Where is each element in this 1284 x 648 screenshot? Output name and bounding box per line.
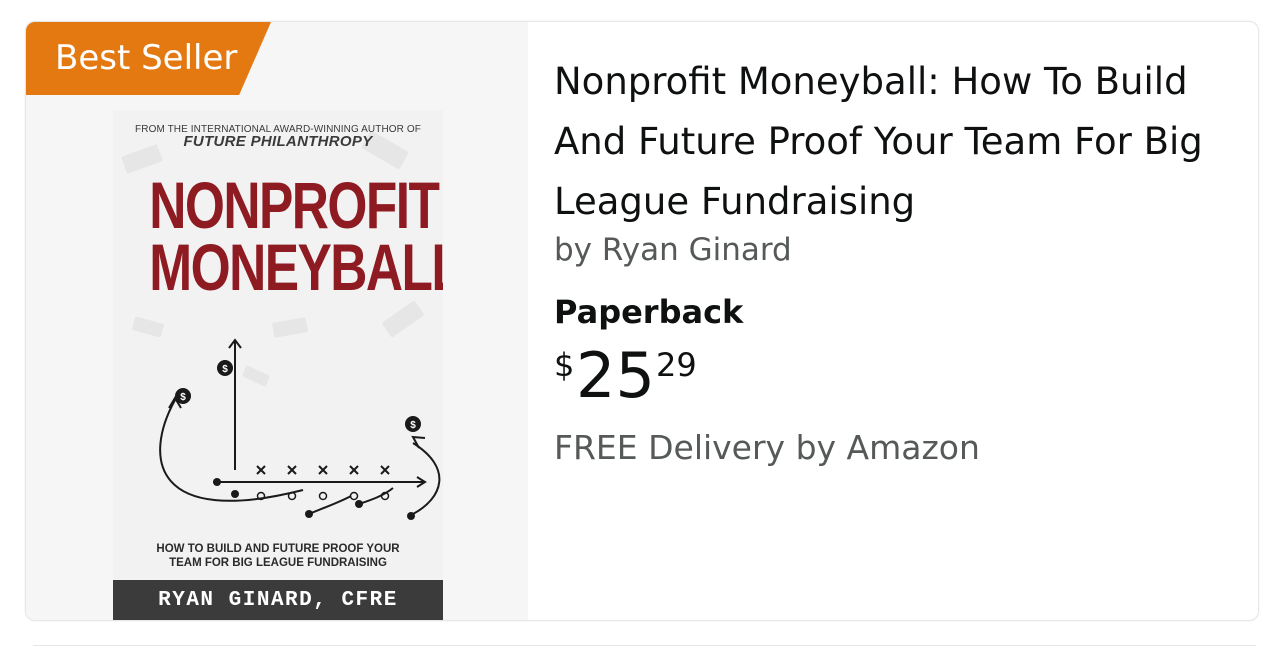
price-whole: 25 <box>576 339 655 412</box>
price: $ 25 29 <box>554 340 1244 412</box>
author-byline: by Ryan Ginard <box>554 232 792 268</box>
svg-text:$: $ <box>410 420 416 431</box>
divider <box>33 645 1256 646</box>
cover-title-line2: MONEYBALL <box>149 230 443 304</box>
playbook-diagram-illustration: $ $ $ <box>159 338 441 520</box>
price-symbol: $ <box>554 346 575 384</box>
format-label: Paperback <box>554 293 744 331</box>
book-cover-image[interactable]: FROM THE INTERNATIONAL AWARD-WINNING AUT… <box>113 110 443 620</box>
svg-text:$: $ <box>180 392 186 403</box>
cover-previous-book: FUTURE PHILANTHROPY <box>183 133 373 150</box>
delivery-info: FREE Delivery by Amazon <box>554 428 980 467</box>
product-title[interactable]: Nonprofit Moneyball: How To Build And Fu… <box>554 52 1244 232</box>
price-fraction: 29 <box>656 346 697 384</box>
cover-title-line1: NONPROFIT <box>149 168 440 242</box>
product-image-panel[interactable]: FROM THE INTERNATIONAL AWARD-WINNING AUT… <box>26 22 528 620</box>
svg-text:$: $ <box>222 364 228 375</box>
cover-subtitle: HOW TO BUILD AND FUTURE PROOF YOUR TEAM … <box>156 543 400 569</box>
best-seller-badge: Best Seller <box>26 22 271 95</box>
product-info: Nonprofit Moneyball: How To Build And Fu… <box>554 52 1244 468</box>
product-card[interactable]: FROM THE INTERNATIONAL AWARD-WINNING AUT… <box>25 21 1259 621</box>
cover-author-bar: RYAN GINARD, CFRE <box>113 580 443 620</box>
